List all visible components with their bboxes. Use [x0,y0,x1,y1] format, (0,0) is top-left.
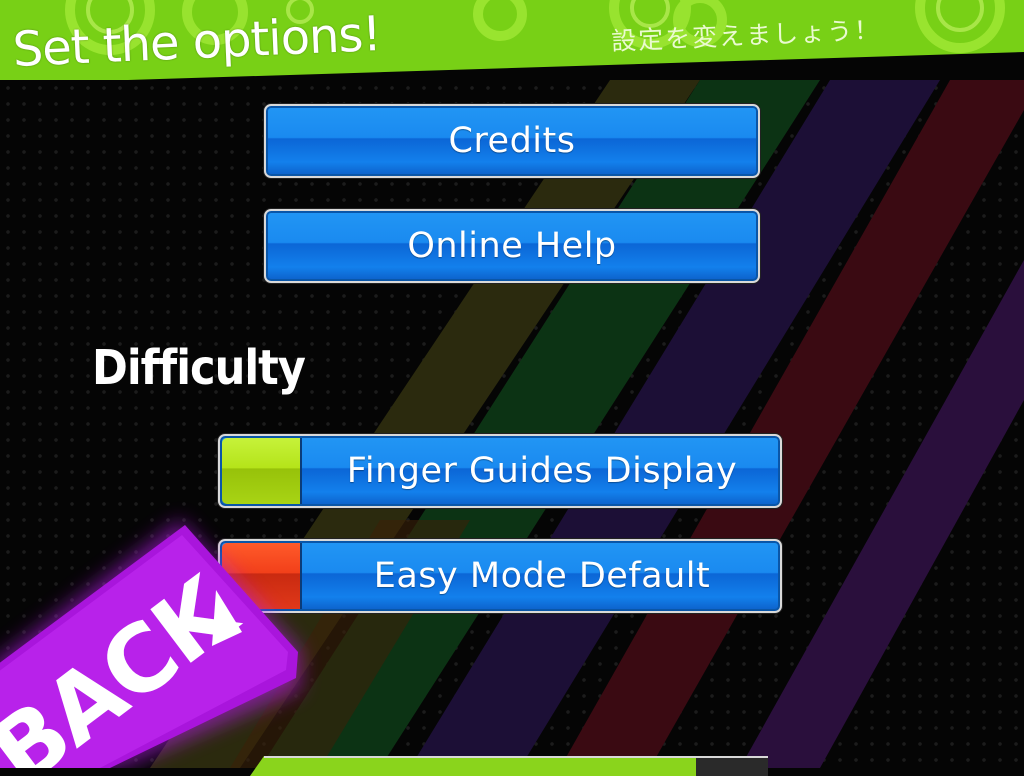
online-help-button[interactable]: Online Help [264,209,760,283]
back-button[interactable] [0,560,300,770]
online-help-button-label: Online Help [407,226,617,266]
header-banner: Set the options! 設定を変えましょう！ [0,0,1024,80]
credits-button-label: Credits [448,121,576,161]
difficulty-heading: Difficulty [92,340,306,396]
bottom-bar [250,756,768,776]
finger-guides-on-indicator [222,438,302,504]
easy-mode-label: Easy Mode Default [373,556,711,596]
easy-mode-toggle[interactable]: Easy Mode Default [218,539,782,613]
finger-guides-toggle[interactable]: Finger Guides Display [218,434,782,508]
credits-button[interactable]: Credits [264,104,760,178]
finger-guides-label: Finger Guides Display [346,451,738,491]
